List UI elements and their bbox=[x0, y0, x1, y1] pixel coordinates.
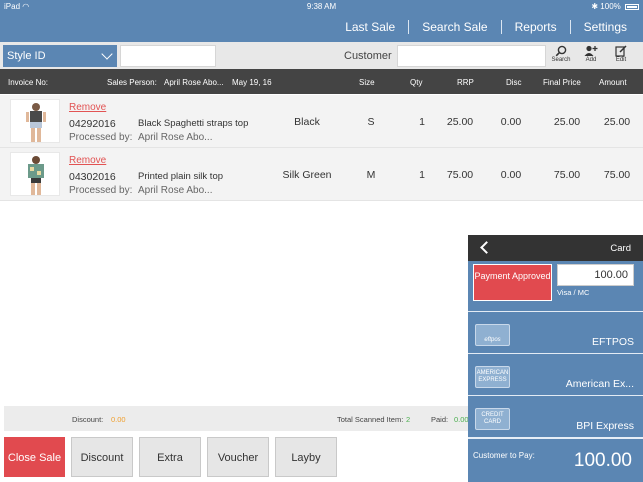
discount-label: Discount: bbox=[72, 415, 104, 424]
payment-header: Card bbox=[468, 235, 643, 261]
header-sales-person: April Rose Abo... bbox=[164, 78, 224, 87]
search-field-label: Style ID bbox=[7, 50, 46, 62]
item-color: Black bbox=[294, 116, 320, 128]
search-icon bbox=[555, 45, 567, 57]
card-type-label: Visa / MC bbox=[557, 288, 590, 297]
payment-method-name: BPI Express bbox=[576, 420, 634, 432]
remove-link[interactable]: Remove bbox=[69, 155, 106, 166]
item-size: M bbox=[366, 169, 376, 181]
processed-label: Processed by: bbox=[69, 185, 133, 196]
discount-value: 0.00 bbox=[111, 415, 126, 424]
voucher-button[interactable]: Voucher bbox=[207, 437, 269, 477]
to-pay-value: 100.00 bbox=[573, 450, 632, 471]
product-image bbox=[28, 156, 44, 195]
header-rrp: RRP bbox=[457, 78, 474, 87]
item-disc[interactable]: 0.00 bbox=[491, 169, 531, 181]
table-row[interactable]: Remove 04292016 Processed by: Black Spag… bbox=[0, 95, 643, 148]
nav-settings[interactable]: Settings bbox=[571, 20, 627, 34]
item-rrp: 75.00 bbox=[446, 169, 474, 181]
item-final-price: 75.00 bbox=[553, 169, 581, 181]
header-qty: Qty bbox=[410, 78, 423, 87]
top-bar: iPad ◠ 9:38 AM ✱ 100% Last Sale Search S… bbox=[0, 0, 643, 42]
nav-last-sale[interactable]: Last Sale bbox=[332, 20, 410, 34]
eftpos-logo-icon: eftpos bbox=[475, 324, 510, 346]
product-thumbnail bbox=[10, 152, 60, 196]
search-button-label: Search bbox=[551, 57, 571, 63]
paid-label: Paid: bbox=[431, 415, 449, 424]
battery-status: ✱ 100% bbox=[591, 2, 639, 11]
header-size: Size bbox=[359, 78, 375, 87]
payment-panel: Card Payment Approved 100.00 Visa / MC e… bbox=[468, 235, 643, 482]
chevron-down-icon bbox=[101, 48, 113, 60]
table-header: Invoice No: Sales Person: April Rose Abo… bbox=[0, 69, 643, 94]
item-disc[interactable]: 0.00 bbox=[491, 116, 531, 128]
item-description: Printed plain silk top bbox=[138, 171, 224, 182]
item-description: Black Spaghetti straps top bbox=[138, 118, 249, 129]
battery-percent: 100% bbox=[600, 2, 621, 11]
paid-value: 0.00 bbox=[454, 415, 469, 424]
scanned-value: 2 bbox=[406, 415, 411, 424]
payment-method-name: American Ex... bbox=[565, 378, 634, 390]
top-nav: Last Sale Search Sale Reports Settings bbox=[332, 20, 627, 34]
bluetooth-icon: ✱ bbox=[591, 2, 599, 11]
item-size: S bbox=[367, 116, 375, 128]
payment-title: Card bbox=[610, 243, 631, 254]
extra-button[interactable]: Extra bbox=[139, 437, 201, 477]
nav-search-sale[interactable]: Search Sale bbox=[409, 20, 502, 34]
search-row: Style ID Customer Search Add Edit bbox=[0, 42, 643, 69]
payment-amount-input[interactable]: 100.00 bbox=[557, 264, 634, 286]
add-customer-button[interactable]: Add bbox=[579, 45, 603, 69]
header-invoice: Invoice No: bbox=[8, 78, 49, 87]
layby-button[interactable]: Layby bbox=[275, 437, 337, 477]
header-final-price: Final Price bbox=[543, 78, 581, 87]
table-row[interactable]: Remove 04302016 Processed by: Printed pl… bbox=[0, 148, 643, 201]
invoice-number: 04302016 bbox=[69, 171, 116, 183]
header-sales-person-label: Sales Person: bbox=[107, 78, 157, 87]
item-color: Silk Green bbox=[282, 169, 332, 181]
add-user-icon bbox=[584, 45, 598, 56]
processed-by: April Rose Abo... bbox=[138, 132, 213, 143]
customer-input[interactable] bbox=[397, 45, 546, 67]
nav-reports[interactable]: Reports bbox=[502, 20, 571, 34]
add-button-label: Add bbox=[585, 57, 597, 63]
clock: 9:38 AM bbox=[306, 2, 337, 11]
item-qty[interactable]: 1 bbox=[407, 116, 437, 128]
edit-customer-button[interactable]: Edit bbox=[609, 45, 633, 69]
customer-search-button[interactable]: Search bbox=[549, 45, 573, 69]
product-thumbnail bbox=[10, 99, 60, 143]
customer-to-pay: Customer to Pay: 100.00 bbox=[468, 437, 643, 482]
back-icon[interactable] bbox=[480, 241, 493, 254]
processed-by: April Rose Abo... bbox=[138, 185, 213, 196]
item-final-price: 25.00 bbox=[553, 116, 581, 128]
edit-icon bbox=[615, 45, 627, 57]
battery-icon bbox=[625, 3, 639, 10]
amex-logo-icon: AMERICAN EXPRESS bbox=[475, 366, 510, 388]
payment-method-name: EFTPOS bbox=[591, 336, 634, 348]
payment-approved-button[interactable]: Payment Approved bbox=[473, 264, 552, 301]
remove-link[interactable]: Remove bbox=[69, 102, 106, 113]
product-image bbox=[26, 103, 46, 142]
customer-label: Customer bbox=[344, 50, 392, 62]
edit-button-label: Edit bbox=[615, 57, 627, 63]
processed-label: Processed by: bbox=[69, 132, 133, 143]
item-amount: 75.00 bbox=[603, 169, 631, 181]
item-qty[interactable]: 1 bbox=[407, 169, 437, 181]
to-pay-label: Customer to Pay: bbox=[473, 451, 535, 460]
invoice-number: 04292016 bbox=[69, 118, 116, 130]
discount-button[interactable]: Discount bbox=[71, 437, 133, 477]
sale-summary: Discount: 0.00 Total Scanned Item: 2 Pai… bbox=[4, 406, 469, 431]
scanned-label: Total Scanned Item: bbox=[337, 415, 404, 424]
header-amount: Amount bbox=[599, 78, 627, 87]
close-sale-button[interactable]: Close Sale bbox=[4, 437, 65, 477]
credit-card-logo-icon: CREDIT CARD bbox=[475, 408, 510, 430]
item-amount: 25.00 bbox=[603, 116, 631, 128]
status-bar: iPad ◠ 9:38 AM ✱ 100% bbox=[0, 0, 643, 14]
item-rrp: 25.00 bbox=[446, 116, 474, 128]
header-disc: Disc bbox=[506, 78, 522, 87]
search-field-select[interactable]: Style ID bbox=[3, 45, 117, 67]
header-date: May 19, 16 bbox=[232, 78, 272, 87]
style-id-input[interactable] bbox=[120, 45, 216, 67]
